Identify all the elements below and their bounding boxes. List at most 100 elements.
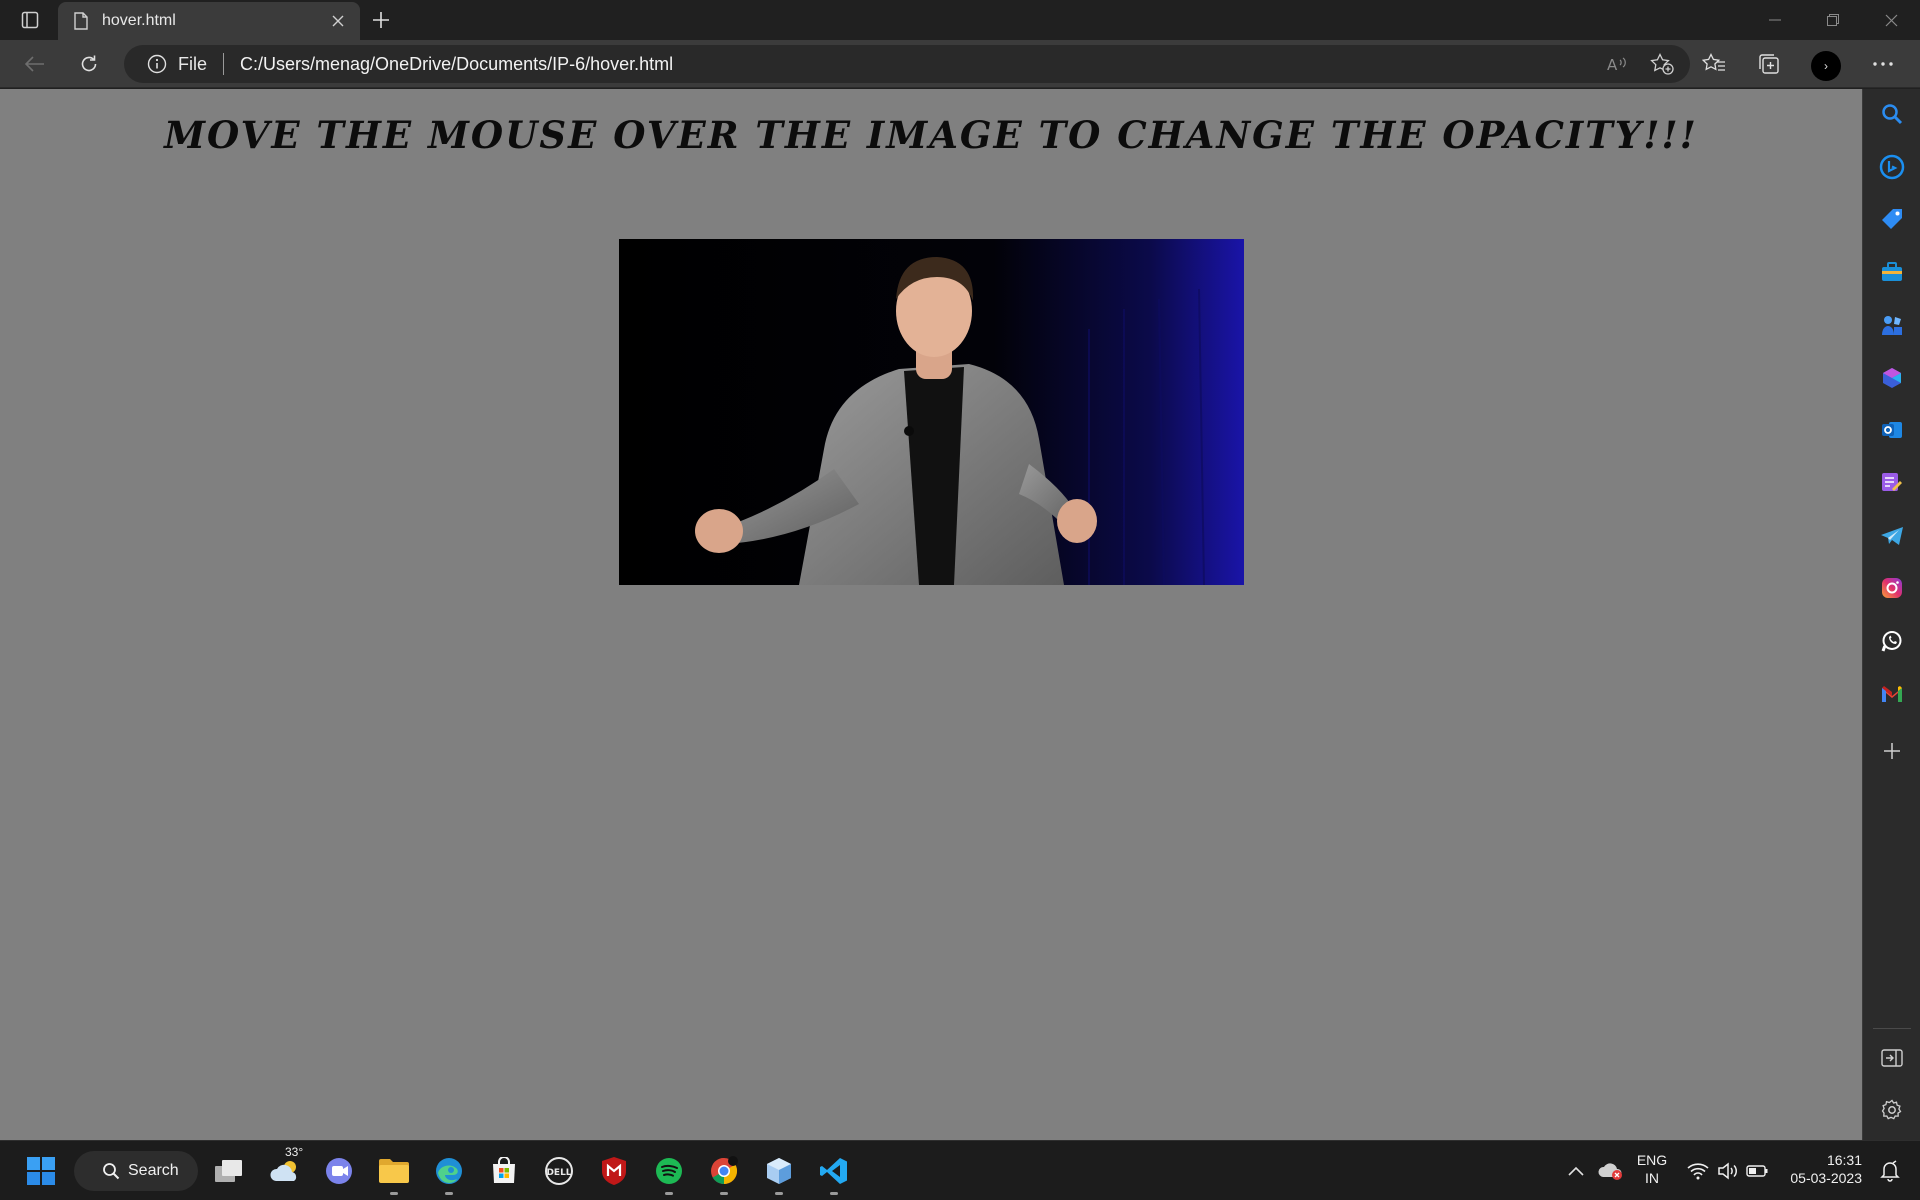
browser-tab[interactable]: hover.html <box>58 2 360 40</box>
refresh-button[interactable] <box>72 48 106 80</box>
sidebar-telegram-button[interactable] <box>1875 519 1909 553</box>
wifi-icon <box>1687 1163 1709 1180</box>
running-indicator <box>830 1192 838 1195</box>
notifications-button[interactable] <box>1872 1151 1908 1191</box>
clock[interactable]: 16:31 05-03-2023 <box>1782 1151 1862 1187</box>
edge-icon <box>436 1158 462 1184</box>
site-scheme-label[interactable]: File <box>178 54 207 75</box>
running-indicator <box>665 1192 673 1195</box>
dell-button[interactable]: DELL <box>539 1151 579 1191</box>
taskbar-search-label: Search <box>128 1162 179 1179</box>
dell-icon: DELL <box>545 1157 573 1185</box>
clock-time: 16:31 <box>1826 1152 1862 1168</box>
back-button[interactable] <box>18 48 52 80</box>
vscode-button[interactable] <box>814 1151 854 1195</box>
hover-image[interactable] <box>619 239 1244 585</box>
sidebar-whatsapp-button[interactable] <box>1875 624 1909 658</box>
shopping-tag-icon <box>1882 209 1902 229</box>
store-button[interactable] <box>484 1151 524 1191</box>
tab-title: hover.html <box>102 12 176 29</box>
sidebar-gmail-button[interactable] <box>1875 677 1909 711</box>
chrome-button[interactable] <box>704 1151 744 1195</box>
edge-taskbar-button[interactable] <box>429 1151 469 1195</box>
favorites-button[interactable] <box>1697 48 1731 80</box>
speaker-photo <box>619 239 1244 585</box>
sidebar-instagram-button[interactable] <box>1875 571 1909 605</box>
address-bar[interactable]: File C:/Users/menag/OneDrive/Documents/I… <box>124 45 1690 83</box>
wifi-button[interactable] <box>1681 1151 1715 1191</box>
plus-icon <box>373 12 389 28</box>
page-heading: MOVE THE MOUSE OVER THE IMAGE TO CHANGE … <box>164 113 1698 157</box>
refresh-icon <box>81 55 97 72</box>
whatsapp-icon <box>1881 631 1902 652</box>
sidebar-outlook-button[interactable] <box>1875 413 1909 447</box>
close-window-button[interactable] <box>1864 0 1918 40</box>
settings-more-button[interactable] <box>1866 48 1900 80</box>
hide-sidebar-button[interactable] <box>1875 1041 1909 1075</box>
tab-actions-button[interactable] <box>14 6 46 34</box>
show-hidden-icons-button[interactable] <box>1559 1151 1593 1191</box>
battery-icon <box>1746 1165 1768 1177</box>
onedrive-status-button[interactable] <box>1594 1151 1628 1191</box>
task-view-icon <box>215 1160 242 1182</box>
sidebar-m365-button[interactable] <box>1875 361 1909 395</box>
close-icon <box>1885 14 1897 26</box>
chevron-up-icon <box>1568 1166 1584 1176</box>
gear-icon <box>1881 1099 1902 1120</box>
url-text[interactable]: C:/Users/menag/OneDrive/Documents/IP-6/h… <box>240 54 1596 75</box>
mcafee-button[interactable] <box>594 1151 634 1191</box>
teams-chat-icon <box>326 1158 352 1184</box>
sidebar-designer-button[interactable] <box>1875 466 1909 500</box>
more-dots-icon <box>1873 62 1893 66</box>
cube-app-icon <box>767 1158 791 1184</box>
collections-icon <box>1759 54 1779 74</box>
telegram-icon <box>1881 527 1903 545</box>
notification-bell-icon <box>1880 1160 1900 1182</box>
battery-button[interactable] <box>1740 1151 1774 1191</box>
spotify-icon <box>656 1158 682 1184</box>
task-view-button[interactable] <box>209 1151 249 1191</box>
tools-briefcase-icon <box>1882 262 1902 281</box>
windows-taskbar: Search 33° DELL ENG IN 16:31 05-03-2023 <box>0 1140 1920 1200</box>
minimize-button[interactable] <box>1748 0 1802 40</box>
instagram-icon <box>1882 578 1902 598</box>
clock-date: 05-03-2023 <box>1790 1170 1862 1186</box>
new-tab-button[interactable] <box>366 5 396 35</box>
close-tab-button[interactable] <box>324 7 352 35</box>
teams-chat-button[interactable] <box>319 1151 359 1191</box>
gmail-icon <box>1882 686 1902 702</box>
info-icon[interactable] <box>146 53 168 75</box>
games-icon <box>1882 316 1902 335</box>
search-icon <box>1882 104 1903 125</box>
collections-button[interactable] <box>1752 48 1786 80</box>
add-favorite-icon[interactable] <box>1640 48 1684 80</box>
restore-button[interactable] <box>1806 0 1860 40</box>
search-icon <box>103 1163 120 1180</box>
sidebar-search-button[interactable] <box>1875 97 1909 131</box>
profile-avatar[interactable]: › <box>1811 51 1841 81</box>
language-indicator[interactable]: ENG IN <box>1626 1151 1678 1187</box>
folder-icon <box>379 1159 409 1183</box>
close-icon <box>332 15 344 27</box>
weather-temperature: 33° <box>285 1145 304 1159</box>
back-arrow-icon <box>25 56 44 72</box>
microsoft-store-icon <box>493 1157 515 1183</box>
file-explorer-button[interactable] <box>374 1151 414 1195</box>
virtualbox-button[interactable] <box>759 1151 799 1195</box>
sidebar-shopping-button[interactable] <box>1875 202 1909 236</box>
sidebar-tools-button[interactable] <box>1875 255 1909 289</box>
address-divider <box>223 53 225 75</box>
sidebar-bing-button[interactable] <box>1875 150 1909 184</box>
sidebar-add-button[interactable] <box>1875 734 1909 768</box>
favorites-star-icon <box>1702 53 1725 71</box>
start-button[interactable] <box>21 1151 61 1191</box>
sidebar-games-button[interactable] <box>1875 308 1909 342</box>
taskbar-search[interactable]: Search <box>74 1151 198 1191</box>
hide-sidebar-icon <box>1881 1049 1903 1067</box>
region-code: IN <box>1645 1170 1659 1186</box>
windows-logo-icon <box>27 1157 55 1185</box>
sidebar-settings-button[interactable] <box>1875 1093 1909 1127</box>
bing-chat-icon <box>1879 154 1905 180</box>
spotify-button[interactable] <box>649 1151 689 1195</box>
read-aloud-icon[interactable]: A <box>1596 48 1640 80</box>
